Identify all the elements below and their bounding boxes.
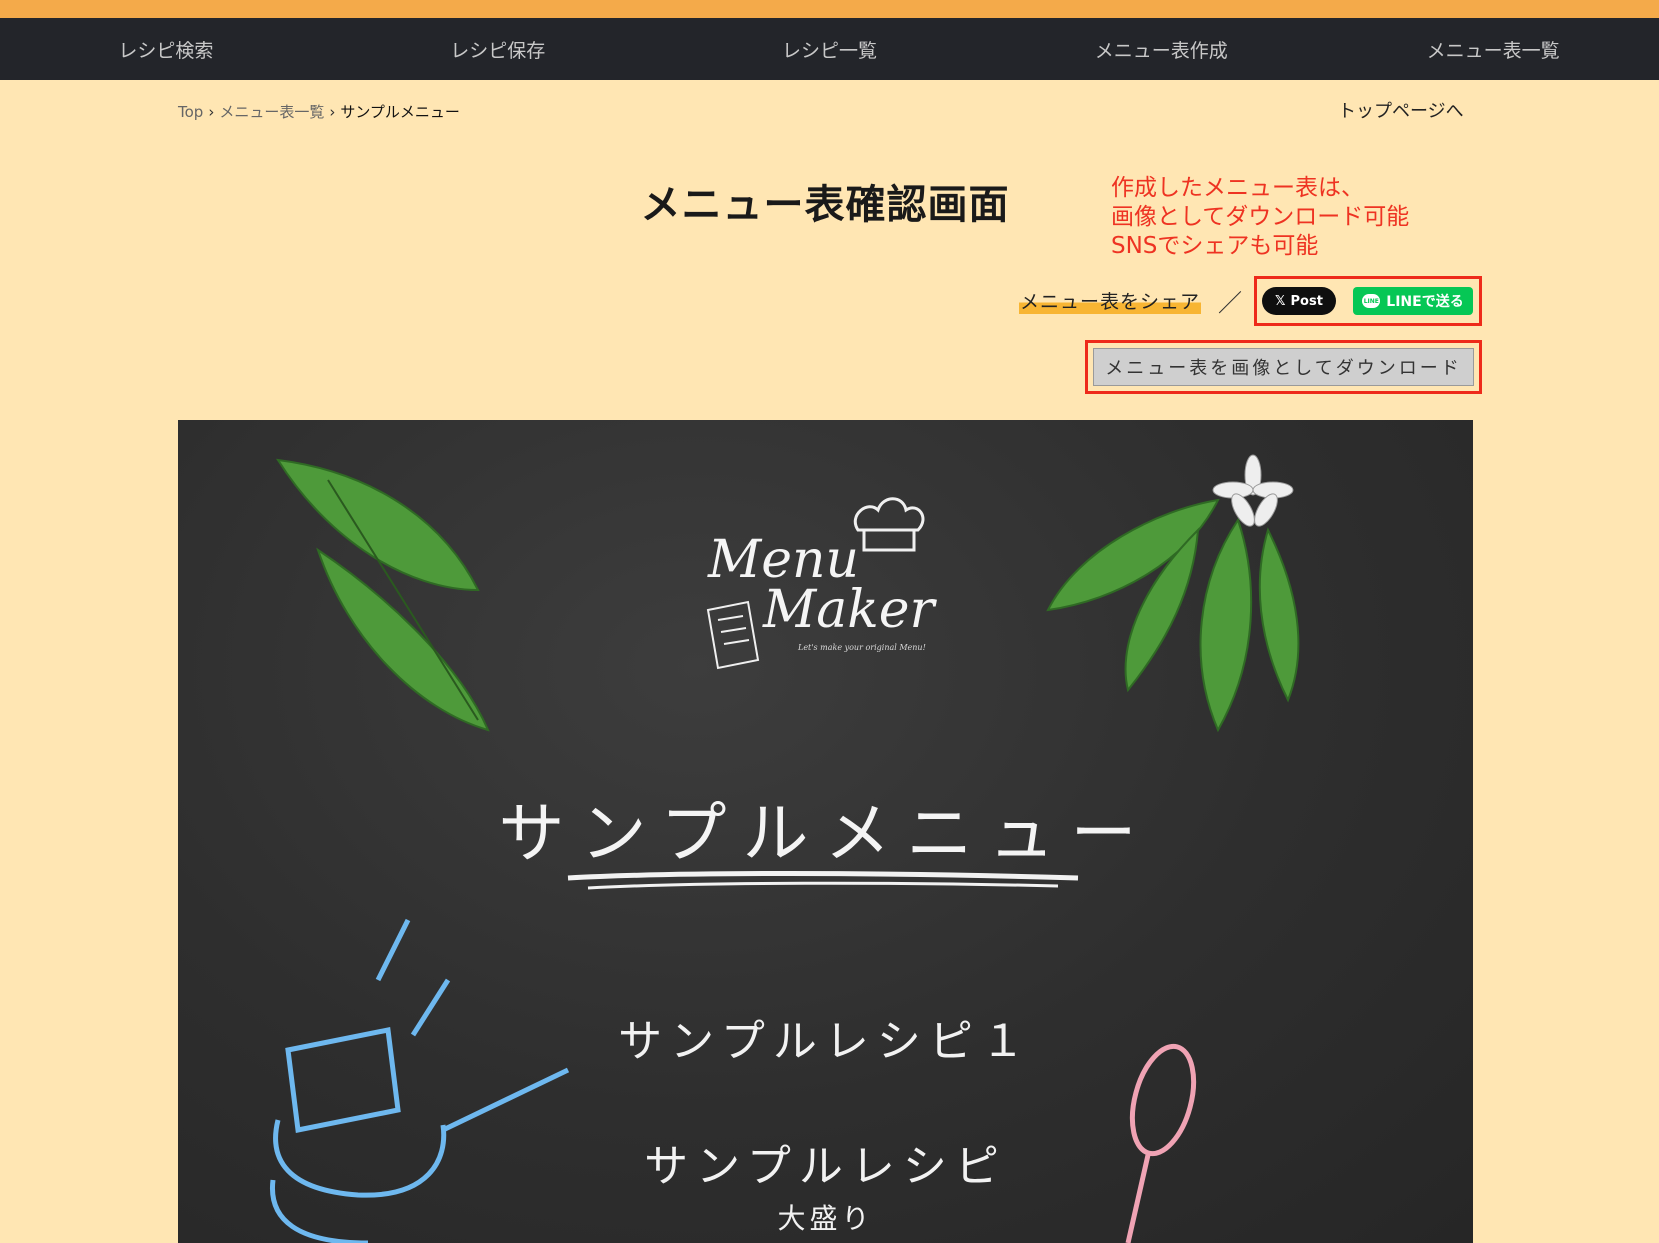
chef-hat-icon — [854, 497, 925, 552]
line-share-label: LINEで送る — [1386, 294, 1464, 310]
annotation-line: SNSでシェアも可能 — [1111, 233, 1319, 259]
menu-preview-image: Menu Maker Let's make your original Menu… — [178, 420, 1473, 1243]
menu-recipe-note: 大盛り — [777, 1202, 874, 1235]
menu-recipe-item: サンプルレシピ — [644, 1141, 1007, 1192]
download-image-button[interactable]: メニュー表を画像としてダウンロード — [1093, 348, 1474, 386]
top-page-link[interactable]: トップページへ — [1338, 97, 1464, 123]
x-logo-icon: 𝕏 — [1275, 293, 1286, 309]
nav-recipe-list[interactable]: レシピ一覧 — [664, 18, 996, 80]
x-post-label: Post — [1290, 293, 1323, 309]
menu-scroll-icon — [706, 600, 760, 670]
breadcrumb: Top › メニュー表一覧 › サンプルメニュー — [178, 101, 460, 122]
logo-tagline: Let's make your original Menu! — [798, 643, 926, 652]
leaf-right-icon — [1046, 498, 1300, 733]
main-navbar: レシピ検索 レシピ保存 レシピ一覧 メニュー表作成 メニュー表一覧 — [0, 18, 1659, 80]
breadcrumb-menu-list-link[interactable]: メニュー表一覧 — [219, 101, 324, 122]
annotation-note: 作成したメニュー表は、 画像としてダウンロード可能 SNSでシェアも可能 — [1111, 174, 1409, 261]
menu-title: サンプルメニュー — [498, 795, 1153, 872]
menu-recipe-item: サンプルレシピ１ — [618, 1016, 1033, 1067]
page-title: メニュー表確認画面 — [640, 182, 1010, 228]
breadcrumb-separator: › — [208, 102, 215, 121]
flower-icon — [1212, 454, 1294, 527]
breadcrumb-current: サンプルメニュー — [340, 103, 460, 121]
breadcrumb-top-link[interactable]: Top — [178, 103, 203, 121]
share-label: メニュー表をシェア — [1019, 287, 1202, 314]
nav-menu-create[interactable]: メニュー表作成 — [995, 18, 1327, 80]
x-post-button[interactable]: 𝕏 Post — [1262, 287, 1336, 315]
annotation-line: 画像としてダウンロード可能 — [1111, 204, 1410, 230]
annotation-line: 作成したメニュー表は、 — [1111, 175, 1364, 201]
line-share-button[interactable]: LINE LINEで送る — [1353, 287, 1473, 315]
share-divider: ／ — [1218, 289, 1242, 317]
pots-icon — [269, 918, 570, 1243]
nav-recipe-save[interactable]: レシピ保存 — [332, 18, 664, 80]
breadcrumb-separator: › — [329, 102, 336, 121]
top-accent-stripe — [0, 0, 1659, 18]
line-logo-icon: LINE — [1362, 294, 1381, 308]
nav-menu-list[interactable]: メニュー表一覧 — [1327, 18, 1659, 80]
nav-recipe-search[interactable]: レシピ検索 — [0, 18, 332, 80]
logo-maker-text: Maker — [763, 580, 935, 640]
leaf-left-icon — [276, 458, 490, 732]
